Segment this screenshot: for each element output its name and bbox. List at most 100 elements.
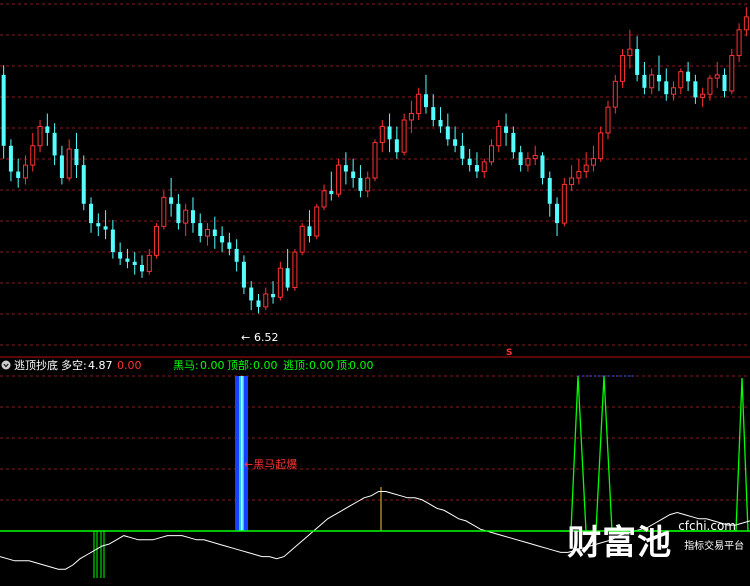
duokong-value: 4.87 — [88, 359, 113, 372]
candle — [16, 158, 21, 188]
candle — [547, 171, 552, 217]
candle — [118, 242, 123, 265]
candle — [481, 158, 487, 178]
candle — [234, 239, 239, 272]
candle — [358, 165, 363, 198]
candle — [583, 152, 589, 178]
candle — [329, 171, 334, 201]
candle — [59, 145, 64, 185]
candle — [1, 65, 6, 159]
candle — [729, 49, 735, 95]
candle — [605, 100, 611, 140]
watermark-subtitle: 指标交易平台 — [684, 541, 745, 552]
candle — [474, 152, 479, 178]
candle — [394, 126, 399, 159]
candle — [198, 213, 203, 243]
candle — [590, 145, 596, 172]
low-price-label: 6.52 — [254, 331, 279, 344]
candle — [365, 171, 371, 198]
indicator-grid — [0, 375, 750, 501]
extra-value: 0.00 — [117, 359, 142, 372]
candle — [220, 226, 225, 253]
candle — [722, 68, 727, 98]
candle — [693, 74, 698, 104]
watermark: 财富池 cfchi.com 指标交易平台 — [567, 515, 744, 564]
candle — [401, 113, 407, 156]
candle — [700, 87, 706, 108]
heima-signal-label: ←黑马起爆 — [244, 457, 297, 471]
dingbu-label: 顶部: — [227, 358, 253, 372]
candle — [635, 36, 640, 82]
heima-signal-bar — [235, 376, 248, 531]
bottom-green-signals — [93, 531, 105, 578]
indicator-name: 逃顶抄底 — [14, 358, 58, 372]
candle — [453, 126, 458, 153]
candle — [642, 62, 647, 95]
candle — [146, 248, 152, 275]
candle — [190, 197, 195, 233]
candle — [351, 158, 356, 188]
candle — [8, 139, 13, 182]
candle — [161, 190, 167, 230]
dingbu-value: 0.00 — [253, 359, 278, 372]
candle — [103, 210, 108, 240]
candle — [183, 203, 189, 236]
candle — [540, 152, 545, 185]
candle — [81, 155, 86, 211]
collapse-icon[interactable] — [1, 360, 11, 370]
candle — [285, 248, 290, 291]
candle — [576, 158, 582, 185]
candle — [256, 294, 261, 314]
candle — [525, 152, 531, 172]
candle — [110, 219, 115, 259]
candle — [467, 149, 472, 172]
taoding-value: 0.00 — [309, 359, 334, 372]
candle — [445, 113, 450, 146]
candle — [314, 203, 320, 240]
escape-top-spike-line — [560, 375, 749, 532]
candle — [664, 68, 669, 101]
watermark-url: cfchi.com — [678, 519, 736, 533]
candle — [154, 223, 160, 259]
candle — [74, 132, 79, 178]
candle — [743, 7, 749, 37]
candle — [504, 113, 509, 146]
taoding-label: 逃顶: — [283, 359, 309, 372]
candle — [372, 139, 378, 182]
candle — [205, 223, 211, 246]
candle — [416, 87, 422, 120]
candle — [37, 120, 43, 153]
candle — [649, 68, 655, 95]
duokong-label: 多空: — [61, 358, 87, 372]
candle — [292, 248, 298, 291]
candle — [460, 132, 465, 166]
candle — [656, 55, 661, 91]
candle — [532, 145, 538, 166]
candle — [569, 165, 575, 191]
candle — [263, 287, 269, 311]
candle — [249, 281, 254, 311]
candle — [241, 255, 246, 294]
candle — [561, 178, 567, 227]
candle — [139, 255, 144, 278]
candle — [66, 139, 72, 182]
candle — [620, 49, 626, 88]
candle — [598, 126, 604, 162]
candle — [438, 107, 443, 133]
candle — [678, 68, 684, 95]
candle — [555, 197, 560, 236]
candle — [431, 94, 436, 127]
candle — [736, 23, 742, 62]
candle — [89, 197, 94, 233]
heima-label: 黑马: — [173, 359, 199, 372]
candle — [132, 252, 137, 275]
candle — [96, 213, 101, 236]
candle — [387, 113, 392, 153]
candle — [30, 132, 36, 172]
low-price-arrow: ← — [241, 331, 250, 344]
candle — [379, 120, 385, 153]
candle — [321, 184, 327, 211]
low-price-annotation: ← 6.52 — [241, 331, 279, 344]
candlestick-series — [1, 7, 749, 314]
candle — [489, 139, 495, 166]
